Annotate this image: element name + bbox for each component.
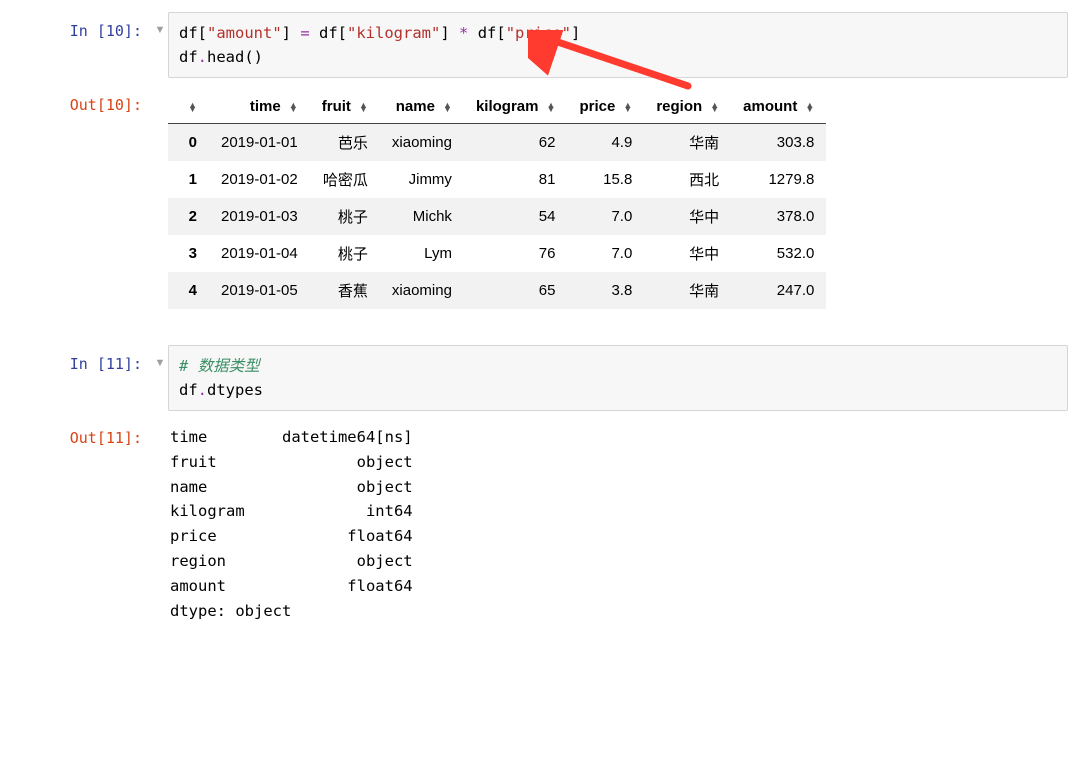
code-input-area[interactable]: # 数据类型 df.dtypes [168,345,1068,411]
cell-collapse-toggle[interactable]: ▼ [152,12,168,36]
row-index: 2 [168,198,209,235]
sort-icon[interactable]: ▲▼ [354,103,368,112]
table-header[interactable]: name▲▼ [380,90,464,124]
table-cell: 芭乐 [310,124,380,162]
table-header[interactable]: ▲▼ [168,90,209,124]
table-cell: Lym [380,235,464,272]
code-token-op: . [198,381,207,399]
table-cell: 华中 [644,235,731,272]
table-cell: 香蕉 [310,272,380,309]
output-spacer [152,86,168,98]
table-header[interactable]: kilogram▲▼ [464,90,568,124]
table-cell: 81 [464,161,568,198]
sort-icon[interactable]: ▲▼ [618,103,632,112]
table-header-label: time [250,98,281,115]
out-prompt: Out[10]: [12,86,152,114]
table-cell: 华南 [644,124,731,162]
row-index: 4 [168,272,209,309]
table-cell: 2019-01-03 [209,198,310,235]
table-cell: 哈密瓜 [310,161,380,198]
table-cell: 303.8 [731,124,826,162]
sort-icon[interactable]: ▲▼ [284,103,298,112]
row-index: 1 [168,161,209,198]
dataframe-output-table: ▲▼time▲▼fruit▲▼name▲▼kilogram▲▼price▲▼re… [168,90,826,309]
table-row: 02019-01-01芭乐xiaoming624.9华南303.8 [168,124,826,162]
table-header[interactable]: amount▲▼ [731,90,826,124]
table-cell: xiaoming [380,124,464,162]
table-cell: 7.0 [567,235,644,272]
table-header-label: region [656,98,702,115]
table-header[interactable]: price▲▼ [567,90,644,124]
table-cell: 西北 [644,161,731,198]
table-row: 22019-01-03桃子Michk547.0华中378.0 [168,198,826,235]
table-cell: 1279.8 [731,161,826,198]
table-cell: xiaoming [380,272,464,309]
table-cell: 378.0 [731,198,826,235]
code-input-area[interactable]: df["amount"] = df["kilogram"] * df["pric… [168,12,1068,78]
table-cell: 2019-01-02 [209,161,310,198]
table-cell: 4.9 [567,124,644,162]
cell-collapse-toggle[interactable]: ▼ [152,345,168,369]
table-header[interactable]: time▲▼ [209,90,310,124]
code-token-op: . [198,48,207,66]
table-header[interactable]: region▲▼ [644,90,731,124]
output-spacer [152,419,168,431]
code-token-name: head [207,48,244,66]
in-prompt: In [11]: [12,345,152,373]
code-token-str: "price" [506,24,571,42]
sort-icon[interactable]: ▲▼ [438,103,452,112]
code-token-op: = [300,24,309,42]
code-token-name: dtypes [207,381,263,399]
sort-icon[interactable]: ▲▼ [705,103,719,112]
code-cell-10-output: Out[10]: ▲▼time▲▼fruit▲▼name▲▼kilogram▲▼… [12,86,1068,309]
code-token-comment: # 数据类型 [179,357,260,375]
code-cell-10-input: In [10]: ▼ df["amount"] = df["kilogram"]… [12,12,1068,78]
table-cell: 华南 [644,272,731,309]
table-cell: 3.8 [567,272,644,309]
in-prompt: In [10]: [12,12,152,40]
code-token-name: df [179,48,198,66]
sort-icon[interactable]: ▲▼ [541,103,555,112]
table-cell: Jimmy [380,161,464,198]
table-row: 32019-01-04桃子Lym767.0华中532.0 [168,235,826,272]
table-cell: 54 [464,198,568,235]
sort-icon[interactable]: ▲▼ [800,103,814,112]
table-cell: 65 [464,272,568,309]
table-header-label: kilogram [476,98,539,115]
sort-icon[interactable]: ▲▼ [183,103,197,112]
chevron-down-icon: ▼ [155,24,166,36]
table-header-label: price [579,98,615,115]
code-token-str: "kilogram" [347,24,440,42]
row-index: 3 [168,235,209,272]
code-token-str: "amount" [207,24,282,42]
table-cell: 桃子 [310,198,380,235]
table-cell: 2019-01-05 [209,272,310,309]
code-token-op: * [459,24,468,42]
table-cell: 15.8 [567,161,644,198]
table-row: 12019-01-02哈密瓜Jimmy8115.8西北1279.8 [168,161,826,198]
row-index: 0 [168,124,209,162]
table-row: 42019-01-05香蕉xiaoming653.8华南247.0 [168,272,826,309]
table-cell: 华中 [644,198,731,235]
code-cell-11-input: In [11]: ▼ # 数据类型 df.dtypes [12,345,1068,411]
table-cell: Michk [380,198,464,235]
table-cell: 桃子 [310,235,380,272]
table-cell: 62 [464,124,568,162]
out-prompt: Out[11]: [12,419,152,447]
table-cell: 247.0 [731,272,826,309]
table-header-label: amount [743,98,797,115]
table-cell: 2019-01-01 [209,124,310,162]
chevron-down-icon: ▼ [155,357,166,369]
table-cell: 2019-01-04 [209,235,310,272]
table-cell: 76 [464,235,568,272]
code-token-name: df [179,381,198,399]
code-token-name: df [179,24,198,42]
text-output: time datetime64[ns] fruit object name ob… [168,419,1068,623]
table-header-label: name [396,98,435,115]
code-cell-11-output: Out[11]: time datetime64[ns] fruit objec… [12,419,1068,623]
table-header-label: fruit [322,98,351,115]
table-header[interactable]: fruit▲▼ [310,90,380,124]
table-cell: 7.0 [567,198,644,235]
table-cell: 532.0 [731,235,826,272]
